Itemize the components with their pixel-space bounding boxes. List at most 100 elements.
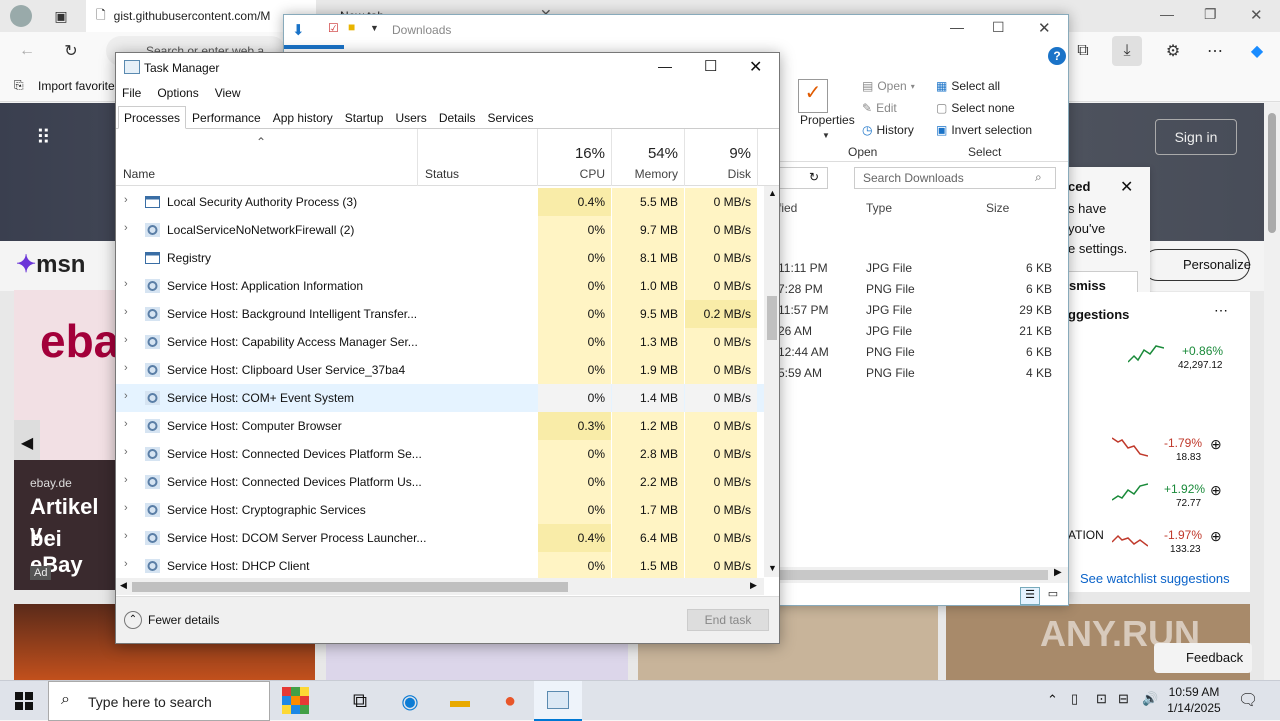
- process-row[interactable]: › Service Host: Background Intelligent Tr…: [116, 300, 764, 328]
- expand-chevron-icon[interactable]: ›: [124, 502, 128, 514]
- sign-in-button[interactable]: Sign in: [1155, 119, 1237, 155]
- edit-button[interactable]: ✎ Edit: [862, 101, 897, 115]
- quick-access-dropdown-icon[interactable]: ▼: [370, 23, 379, 33]
- browser-tab-gist[interactable]: 🗋 gist.githubusercontent.com/M: [86, 0, 316, 32]
- properties-dropdown-icon[interactable]: ▼: [822, 131, 830, 140]
- expand-chevron-icon[interactable]: ›: [124, 530, 128, 542]
- tm-vscroll[interactable]: ▲ ▼: [764, 186, 779, 577]
- open-button[interactable]: ▤ Open ▾: [862, 79, 915, 93]
- tab-startup[interactable]: Startup: [339, 106, 390, 129]
- column-type[interactable]: Type: [866, 201, 892, 215]
- apps-grid-icon[interactable]: ⠿: [36, 125, 51, 150]
- copilot-icon[interactable]: ◆: [1242, 36, 1272, 66]
- file-row[interactable]: 7:28 PM PNG File 6 KB: [778, 280, 1058, 301]
- process-row[interactable]: › Service Host: DCOM Server Process Launc…: [116, 524, 764, 552]
- file-row[interactable]: 11:11 PM JPG File 6 KB: [778, 259, 1058, 280]
- tm-hscroll[interactable]: ◀ ▶: [116, 578, 764, 595]
- profile-avatar[interactable]: [10, 5, 32, 27]
- process-row[interactable]: › Service Host: Capability Access Manager…: [116, 328, 764, 356]
- close-tip-icon[interactable]: ✕: [1120, 177, 1133, 197]
- scroll-thumb[interactable]: [767, 296, 777, 340]
- process-row[interactable]: › Local Security Authority Process (3) 0.4…: [116, 188, 764, 216]
- import-favorites-link[interactable]: Import favorite: [38, 79, 115, 93]
- scroll-thumb[interactable]: [132, 582, 568, 592]
- process-row[interactable]: › Service Host: Application Information 0%…: [116, 272, 764, 300]
- feedback-button[interactable]: Feedback: [1154, 643, 1252, 673]
- properties-button[interactable]: Properties: [800, 113, 855, 127]
- notifications-icon[interactable]: 🗨: [1238, 690, 1258, 710]
- expand-chevron-icon[interactable]: ›: [124, 390, 128, 402]
- expand-chevron-icon[interactable]: ›: [124, 278, 128, 290]
- tab-actions-icon[interactable]: ▣: [46, 1, 76, 31]
- expand-chevron-icon[interactable]: ›: [124, 474, 128, 486]
- meet-icon[interactable]: ⊡: [1096, 691, 1107, 707]
- expand-chevron-icon[interactable]: ›: [124, 558, 128, 570]
- scroll-left-icon[interactable]: ◀: [120, 580, 127, 591]
- process-row[interactable]: › Service Host: Computer Browser 0.3% 1.2 M…: [116, 412, 764, 440]
- file-row[interactable]: 12:44 AM PNG File 6 KB: [778, 343, 1058, 364]
- tab-performance[interactable]: Performance: [186, 106, 267, 129]
- expand-chevron-icon[interactable]: ›: [124, 306, 128, 318]
- scroll-down-icon[interactable]: ▼: [768, 563, 777, 573]
- column-cpu[interactable]: 16% CPU: [538, 129, 612, 186]
- close-icon[interactable]: ✕: [1038, 19, 1051, 37]
- file-row[interactable]: 5:59 AM PNG File 4 KB: [778, 364, 1058, 385]
- column-name[interactable]: ⌃ Name: [116, 129, 418, 186]
- expand-chevron-icon[interactable]: ›: [124, 334, 128, 346]
- tab-processes[interactable]: Processes: [118, 106, 187, 129]
- column-memory[interactable]: 54% Memory: [612, 129, 685, 186]
- tab-details[interactable]: Details: [433, 106, 482, 129]
- end-task-button[interactable]: End task: [687, 609, 769, 631]
- collections-icon[interactable]: ⧉: [1068, 36, 1098, 66]
- select-none-button[interactable]: ▢ Select none: [936, 101, 1015, 115]
- file-row[interactable]: 26 AM JPG File 21 KB: [778, 322, 1058, 343]
- select-all-button[interactable]: ▦ Select all: [936, 79, 1000, 93]
- properties-qa-icon[interactable]: ☑: [328, 21, 339, 35]
- menu-options[interactable]: Options: [149, 83, 206, 105]
- clock[interactable]: 10:59 AM 1/14/2025: [1166, 685, 1222, 715]
- process-row[interactable]: › Service Host: COM+ Event System 0% 1.4 MB…: [116, 384, 764, 412]
- process-row[interactable]: Registry 0% 8.1 MB 0 MB/s: [116, 244, 764, 272]
- process-row[interactable]: › Service Host: Connected Devices Platfor…: [116, 440, 764, 468]
- maximize-icon[interactable]: ☐: [992, 19, 1005, 36]
- stock-row[interactable]: ATION -1.97% 133.23 ⊕: [1068, 520, 1250, 560]
- rubiks-cube-icon[interactable]: [272, 681, 320, 721]
- process-row[interactable]: › Service Host: DHCP Client 0% 1.5 MB 0 MB/s: [116, 552, 764, 578]
- task-view-icon[interactable]: ⧉: [336, 681, 384, 721]
- maximize-icon[interactable]: ☐: [704, 57, 717, 75]
- taskbar-search-box[interactable]: ⌕ Type here to search: [48, 681, 270, 721]
- scroll-thumb[interactable]: [1268, 113, 1276, 233]
- tab-app-history[interactable]: App history: [267, 106, 339, 129]
- expand-chevron-icon[interactable]: ›: [124, 446, 128, 458]
- file-row[interactable]: 11:57 PM JPG File 29 KB: [778, 301, 1058, 322]
- start-windows-icon[interactable]: [0, 681, 48, 721]
- column-status[interactable]: Status: [418, 129, 538, 186]
- personalize-button[interactable]: Personalize: [1142, 249, 1251, 281]
- tab-services[interactable]: Services: [482, 106, 540, 129]
- column-disk[interactable]: 9% Disk: [685, 129, 758, 186]
- tab-users[interactable]: Users: [389, 106, 432, 129]
- more-icon[interactable]: ⋯: [1200, 36, 1230, 66]
- process-row[interactable]: › Service Host: Connected Devices Platfor…: [116, 468, 764, 496]
- battery-icon[interactable]: ▯: [1071, 691, 1078, 707]
- address-bar[interactable]: ↻: [778, 167, 828, 189]
- add-stock-icon[interactable]: ⊕: [1210, 528, 1222, 545]
- restore-icon[interactable]: ❐: [1204, 6, 1217, 23]
- process-row[interactable]: › LocalServiceNoNetworkFirewall (2) 0% 9.7 …: [116, 216, 764, 244]
- back-icon[interactable]: ←: [12, 36, 42, 66]
- expand-chevron-icon[interactable]: ›: [124, 362, 128, 374]
- column-modified[interactable]: fied: [778, 201, 797, 215]
- search-downloads-input[interactable]: Search Downloads ⌕: [854, 167, 1056, 189]
- process-row[interactable]: › Service Host: Cryptographic Services 0% 1…: [116, 496, 764, 524]
- details-view-icon[interactable]: ☰: [1020, 587, 1040, 605]
- task-manager-taskbar-icon[interactable]: [534, 681, 582, 721]
- stock-row[interactable]: +1.92% 72.77 ⊕: [1068, 474, 1250, 514]
- show-hidden-icons-icon[interactable]: ⌃: [1047, 692, 1058, 708]
- history-button[interactable]: ◷ History: [862, 123, 914, 137]
- expand-chevron-icon[interactable]: ›: [124, 418, 128, 430]
- scroll-right-icon[interactable]: ▶: [750, 580, 757, 591]
- process-row[interactable]: › Service Host: Clipboard User Service_37…: [116, 356, 764, 384]
- fewer-details-button[interactable]: ⌃ Fewer details: [124, 611, 219, 629]
- menu-view[interactable]: View: [207, 83, 249, 105]
- expand-chevron-icon[interactable]: ›: [124, 194, 128, 206]
